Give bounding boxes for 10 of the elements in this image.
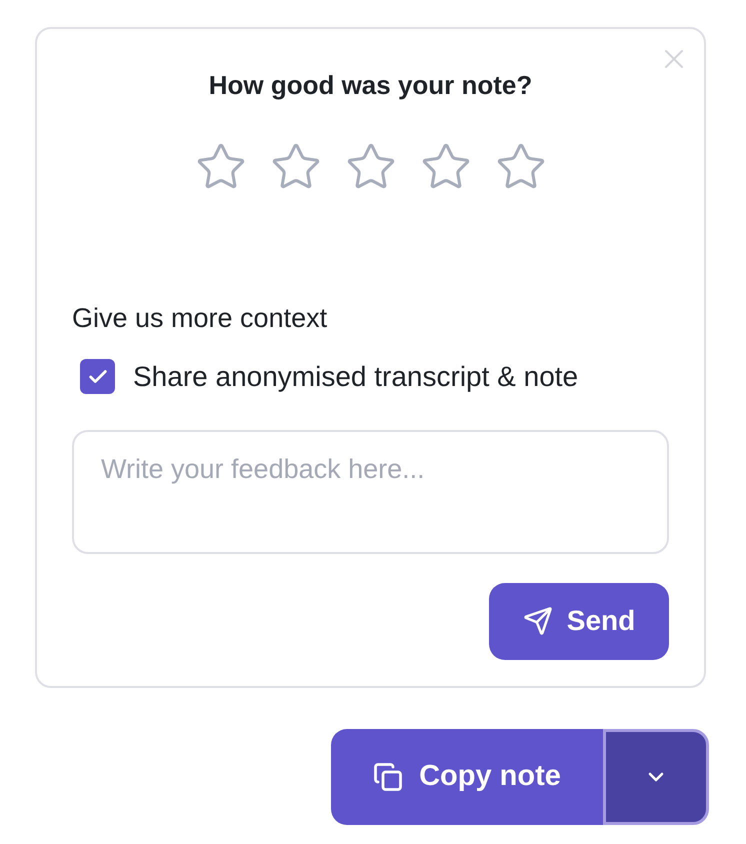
card-title: How good was your note? [208, 69, 532, 101]
share-checkbox[interactable] [80, 359, 115, 394]
copy-note-button[interactable]: Copy note [331, 729, 603, 825]
checkbox-label: Share anonymised transcript & note [133, 360, 578, 394]
copy-icon [373, 762, 404, 792]
send-button[interactable]: Send [489, 582, 669, 660]
send-icon [522, 606, 553, 636]
feedback-field[interactable]: Write your feedback here... [72, 430, 669, 554]
section-heading: Give us more context [72, 302, 328, 335]
dropdown-toggle[interactable] [603, 729, 709, 825]
